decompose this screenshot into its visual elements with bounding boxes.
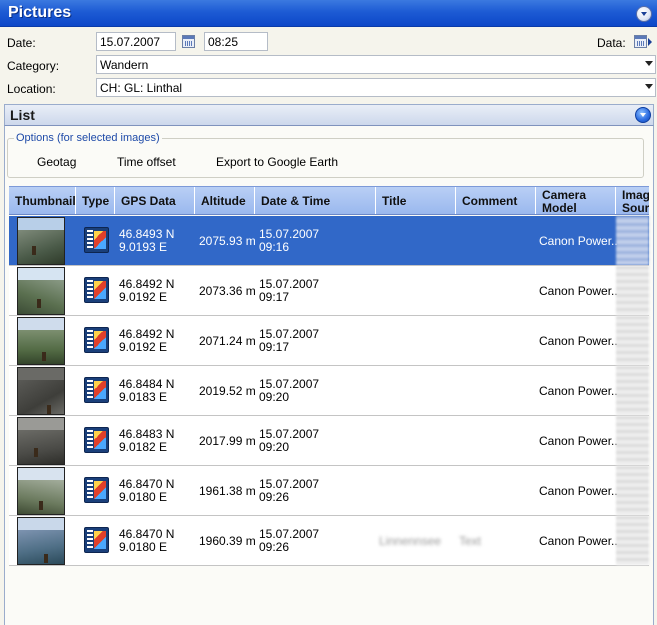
table-header: Thumbnail Type GPS Data Altitude Date & … — [9, 186, 649, 215]
gps-longitude: 9.0192 E — [119, 290, 168, 304]
list-title: List — [10, 107, 35, 123]
column-header-image-source[interactable]: Imag Sour — [616, 187, 649, 214]
time-offset-button[interactable]: Time offset — [117, 155, 176, 169]
table-row[interactable]: 46.8484 N 9.0183 E 2019.52 m 15.07.2007 09:2… — [9, 366, 649, 416]
image-source-value — [616, 516, 649, 565]
thumbnail-image — [17, 367, 65, 415]
image-source-value — [616, 466, 649, 515]
data-arrow-icon[interactable] — [648, 38, 652, 46]
pictures-title: Pictures — [8, 4, 72, 21]
category-value: Wandern — [100, 58, 149, 72]
chevron-down-icon[interactable] — [645, 61, 653, 66]
column-header-altitude[interactable]: Altitude — [195, 187, 255, 214]
video-photo-icon — [84, 327, 109, 353]
camera-model-value: Canon Power... — [539, 334, 622, 348]
image-source-value — [616, 266, 649, 315]
thumbnail-image — [17, 517, 65, 565]
column-header-title[interactable]: Title — [376, 187, 456, 214]
table-row[interactable]: 46.8470 N 9.0180 E 1960.39 m 15.07.2007 09:2… — [9, 516, 649, 566]
altitude-value: 1960.39 m — [199, 534, 256, 548]
time-value: 09:16 — [259, 240, 290, 254]
camera-model-value: Canon Power... — [539, 484, 622, 498]
collapse-list-chevron-down-icon[interactable] — [635, 107, 651, 123]
time-value: 09:26 — [259, 490, 290, 504]
column-header-type[interactable]: Type — [76, 187, 115, 214]
camera-model-value: Canon Power... — [539, 234, 622, 248]
column-header-gps-data[interactable]: GPS Data — [115, 187, 195, 214]
video-photo-icon — [84, 427, 109, 453]
column-header-thumbnail[interactable]: Thumbnail — [9, 187, 76, 214]
thumbnail-image — [17, 317, 65, 365]
gps-longitude: 9.0183 E — [119, 390, 168, 404]
data-label: Data: — [597, 36, 626, 50]
altitude-value: 2019.52 m — [199, 384, 256, 398]
table-row[interactable]: 46.8483 N 9.0182 E 2017.99 m 15.07.2007 09:2… — [9, 416, 649, 466]
altitude-value: 2075.93 m — [199, 234, 256, 248]
data-calendar-icon[interactable] — [634, 35, 647, 48]
location-label: Location: — [7, 82, 56, 96]
altitude-value: 2071.24 m — [199, 334, 256, 348]
column-header-comment[interactable]: Comment — [456, 187, 536, 214]
image-source-value — [616, 416, 649, 465]
gps-longitude: 9.0192 E — [119, 340, 168, 354]
gps-longitude: 9.0180 E — [119, 540, 168, 554]
title-value: Linnennsee — [379, 534, 442, 548]
camera-model-value: Canon Power... — [539, 384, 622, 398]
comment-value: Text — [459, 534, 482, 548]
options-legend: Options (for selected images) — [14, 132, 162, 144]
chevron-down-icon[interactable] — [645, 84, 653, 89]
video-photo-icon — [84, 277, 109, 303]
location-select[interactable]: CH: GL: Linthal — [96, 78, 656, 97]
altitude-value: 2073.36 m — [199, 284, 256, 298]
table-row[interactable]: 46.8470 N 9.0180 E 1961.38 m 15.07.2007 09:2… — [9, 466, 649, 516]
pictures-panel-header: Pictures — [0, 0, 657, 27]
video-photo-icon — [84, 527, 109, 553]
collapse-pictures-chevron-down-icon[interactable] — [636, 6, 652, 22]
image-source-value — [616, 316, 649, 365]
camera-model-value: Canon Power... — [539, 434, 622, 448]
video-photo-icon — [84, 227, 109, 253]
time-value: 09:17 — [259, 340, 290, 354]
table-row[interactable]: 46.8492 N 9.0192 E 2073.36 m 15.07.2007 09:1… — [9, 266, 649, 316]
column-header-camera-model[interactable]: Camera Model — [536, 187, 616, 214]
camera-model-value: Canon Power... — [539, 534, 622, 548]
gps-longitude: 9.0193 E — [119, 240, 168, 254]
date-field[interactable]: 15.07.2007 — [96, 32, 176, 51]
gps-longitude: 9.0180 E — [119, 490, 168, 504]
gps-longitude: 9.0182 E — [119, 440, 168, 454]
table-row[interactable]: 46.8492 N 9.0192 E 2071.24 m 15.07.2007 09:1… — [9, 316, 649, 366]
thumbnail-image — [17, 217, 65, 265]
time-value: 09:26 — [259, 540, 290, 554]
thumbnail-image — [17, 467, 65, 515]
thumbnail-image — [17, 267, 65, 315]
calendar-icon[interactable] — [182, 35, 195, 48]
time-value: 09:20 — [259, 440, 290, 454]
time-value: 09:17 — [259, 290, 290, 304]
camera-model-value: Canon Power... — [539, 284, 622, 298]
image-source-value — [616, 216, 649, 265]
time-value: 09:20 — [259, 390, 290, 404]
table-row[interactable]: 46.8493 N 9.0193 E 2075.93 m 15.07.2007 09:1… — [9, 216, 649, 266]
altitude-value: 1961.38 m — [199, 484, 256, 498]
export-google-earth-button[interactable]: Export to Google Earth — [216, 155, 338, 169]
list-panel-header: List — [4, 104, 654, 126]
video-photo-icon — [84, 477, 109, 503]
geotag-button[interactable]: Geotag — [37, 155, 76, 169]
category-select[interactable]: Wandern — [96, 55, 656, 74]
time-field[interactable]: 08:25 — [204, 32, 268, 51]
video-photo-icon — [84, 377, 109, 403]
column-header-date-time[interactable]: Date & Time — [255, 187, 376, 214]
date-label: Date: — [7, 36, 36, 50]
altitude-value: 2017.99 m — [199, 434, 256, 448]
location-value: CH: GL: Linthal — [100, 81, 183, 95]
category-label: Category: — [7, 59, 60, 73]
thumbnail-image — [17, 417, 65, 465]
image-source-value — [616, 366, 649, 415]
